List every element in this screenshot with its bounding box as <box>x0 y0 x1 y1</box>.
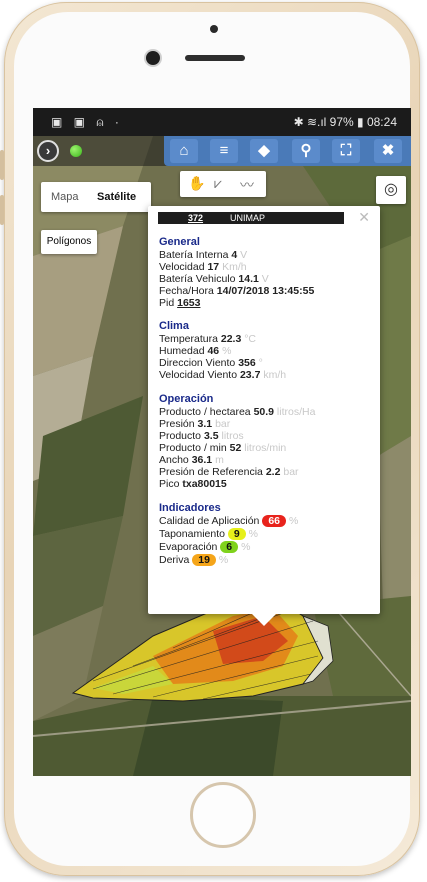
row-producto-hectarea: Producto / hectarea 50.9 litros/Ha <box>159 406 316 418</box>
row-pico: Pico txa80015 <box>159 478 227 490</box>
section-operacion-heading: Operación <box>159 393 214 405</box>
row-calidad-aplicacion: Calidad de Aplicación 66 % <box>159 515 299 527</box>
app-topbar: › ⌂ ≡ ◆ ⚲ ⛶ ✖ <box>33 136 411 166</box>
proximity-sensor <box>210 25 218 33</box>
home-button[interactable] <box>190 782 256 848</box>
row-evaporacion: Evaporación 6 % <box>159 541 251 553</box>
vehicle-number-link[interactable]: 372 <box>188 212 203 224</box>
row-velocidad-viento: Velocidad Viento 23.7 km/h <box>159 369 287 381</box>
pan-hand-icon[interactable]: ✋ <box>188 175 205 192</box>
row-ancho: Ancho 36.1 m <box>159 454 224 466</box>
map-type-control: Mapa Satélite <box>41 182 151 212</box>
tag-button[interactable]: ◆ <box>250 139 278 163</box>
evaporacion-badge: 6 <box>220 541 239 553</box>
pid-link[interactable]: 1653 <box>177 297 200 309</box>
row-bateria-vehiculo: Batería Vehiculo 14.1 V <box>159 273 269 285</box>
row-pid: Pid 1653 <box>159 297 201 309</box>
status-bar: ▣ ▣ ⍝ · ✱ ≋.ıl 97% ▮ 08:24 <box>33 108 411 136</box>
chevron-right-icon: › <box>45 143 51 158</box>
menu-button[interactable]: ≡ <box>210 139 238 163</box>
row-presion: Presión 3.1 bar <box>159 418 231 430</box>
location-pin-button[interactable]: ⚲ <box>292 139 320 163</box>
row-direccion-viento: Direccion Viento 356 ° <box>159 357 263 369</box>
front-camera <box>146 51 160 65</box>
row-temperatura: Temperatura 22.3 °C <box>159 333 257 345</box>
home-icon: ⌂ <box>179 142 189 159</box>
popup-close-icon[interactable]: ✕ <box>358 209 370 226</box>
earpiece-speaker <box>185 55 245 61</box>
expand-icon: ⛶ <box>340 142 352 159</box>
main-toolbar: ⌂ ≡ ◆ ⚲ ⛶ ✖ <box>164 136 411 166</box>
row-producto-min: Producto / min 52 litros/min <box>159 442 287 454</box>
home-nav-button[interactable]: ⌂ <box>170 139 198 163</box>
row-humedad: Humedad 46 % <box>159 345 232 357</box>
map-type-mapa[interactable]: Mapa <box>51 191 79 203</box>
close-icon: ✖ <box>381 142 395 159</box>
row-fecha-hora: Fecha/Hora 14/07/2018 13:45:55 <box>159 285 315 297</box>
taponamiento-badge: 9 <box>227 528 246 540</box>
section-indicadores-heading: Indicadores <box>159 502 221 514</box>
calidad-badge: 66 <box>262 515 287 527</box>
close-button[interactable]: ✖ <box>374 139 402 163</box>
locate-icon: ◎ <box>384 181 398 198</box>
row-producto: Producto 3.5 litros <box>159 430 244 442</box>
polygon-draw-icon[interactable]: ⩗ <box>214 175 222 192</box>
map-type-satellite[interactable]: Satélite <box>97 191 136 203</box>
my-location-button[interactable]: ◎ <box>376 176 406 204</box>
tag-icon: ◆ <box>258 142 270 159</box>
row-presion-referencia: Presión de Referencia 2.2 bar <box>159 466 299 478</box>
popup-title-bar: 372 UNIMAP <box>158 212 344 224</box>
menu-icon: ≡ <box>219 142 229 159</box>
section-clima-heading: Clima <box>159 320 189 332</box>
drawing-tools: ✋ ⩗ 〰 <box>180 171 266 197</box>
back-button[interactable]: › <box>37 140 59 162</box>
app-screen: ▣ ▣ ⍝ · ✱ ≋.ıl 97% ▮ 08:24 › ⌂ ≡ ◆ ⚲ ⛶ ✖… <box>33 108 411 776</box>
row-taponamiento: Taponamiento 9 % <box>159 528 258 540</box>
fullscreen-button[interactable]: ⛶ <box>332 139 360 163</box>
pin-icon: ⚲ <box>300 142 312 159</box>
volume-down-button <box>0 195 4 225</box>
connection-status-indicator <box>70 145 82 157</box>
section-general-heading: General <box>159 236 200 248</box>
row-deriva: Deriva 19 % <box>159 554 229 566</box>
vehicle-info-popup: 372 UNIMAP ✕ General Batería Interna 4 V… <box>148 206 380 626</box>
line-draw-icon[interactable]: 〰 <box>240 175 254 195</box>
polygons-button[interactable]: Polígonos <box>41 230 97 254</box>
status-right-info: ✱ ≋.ıl 97% ▮ 08:24 <box>293 115 397 129</box>
deriva-badge: 19 <box>192 554 216 566</box>
row-bateria-interna: Batería Interna 4 V <box>159 249 248 261</box>
row-velocidad: Velocidad 17 Km/h <box>159 261 247 273</box>
status-left-icons: ▣ ▣ ⍝ · <box>51 115 123 129</box>
volume-up-button <box>0 150 4 180</box>
vehicle-name: UNIMAP <box>230 213 266 223</box>
